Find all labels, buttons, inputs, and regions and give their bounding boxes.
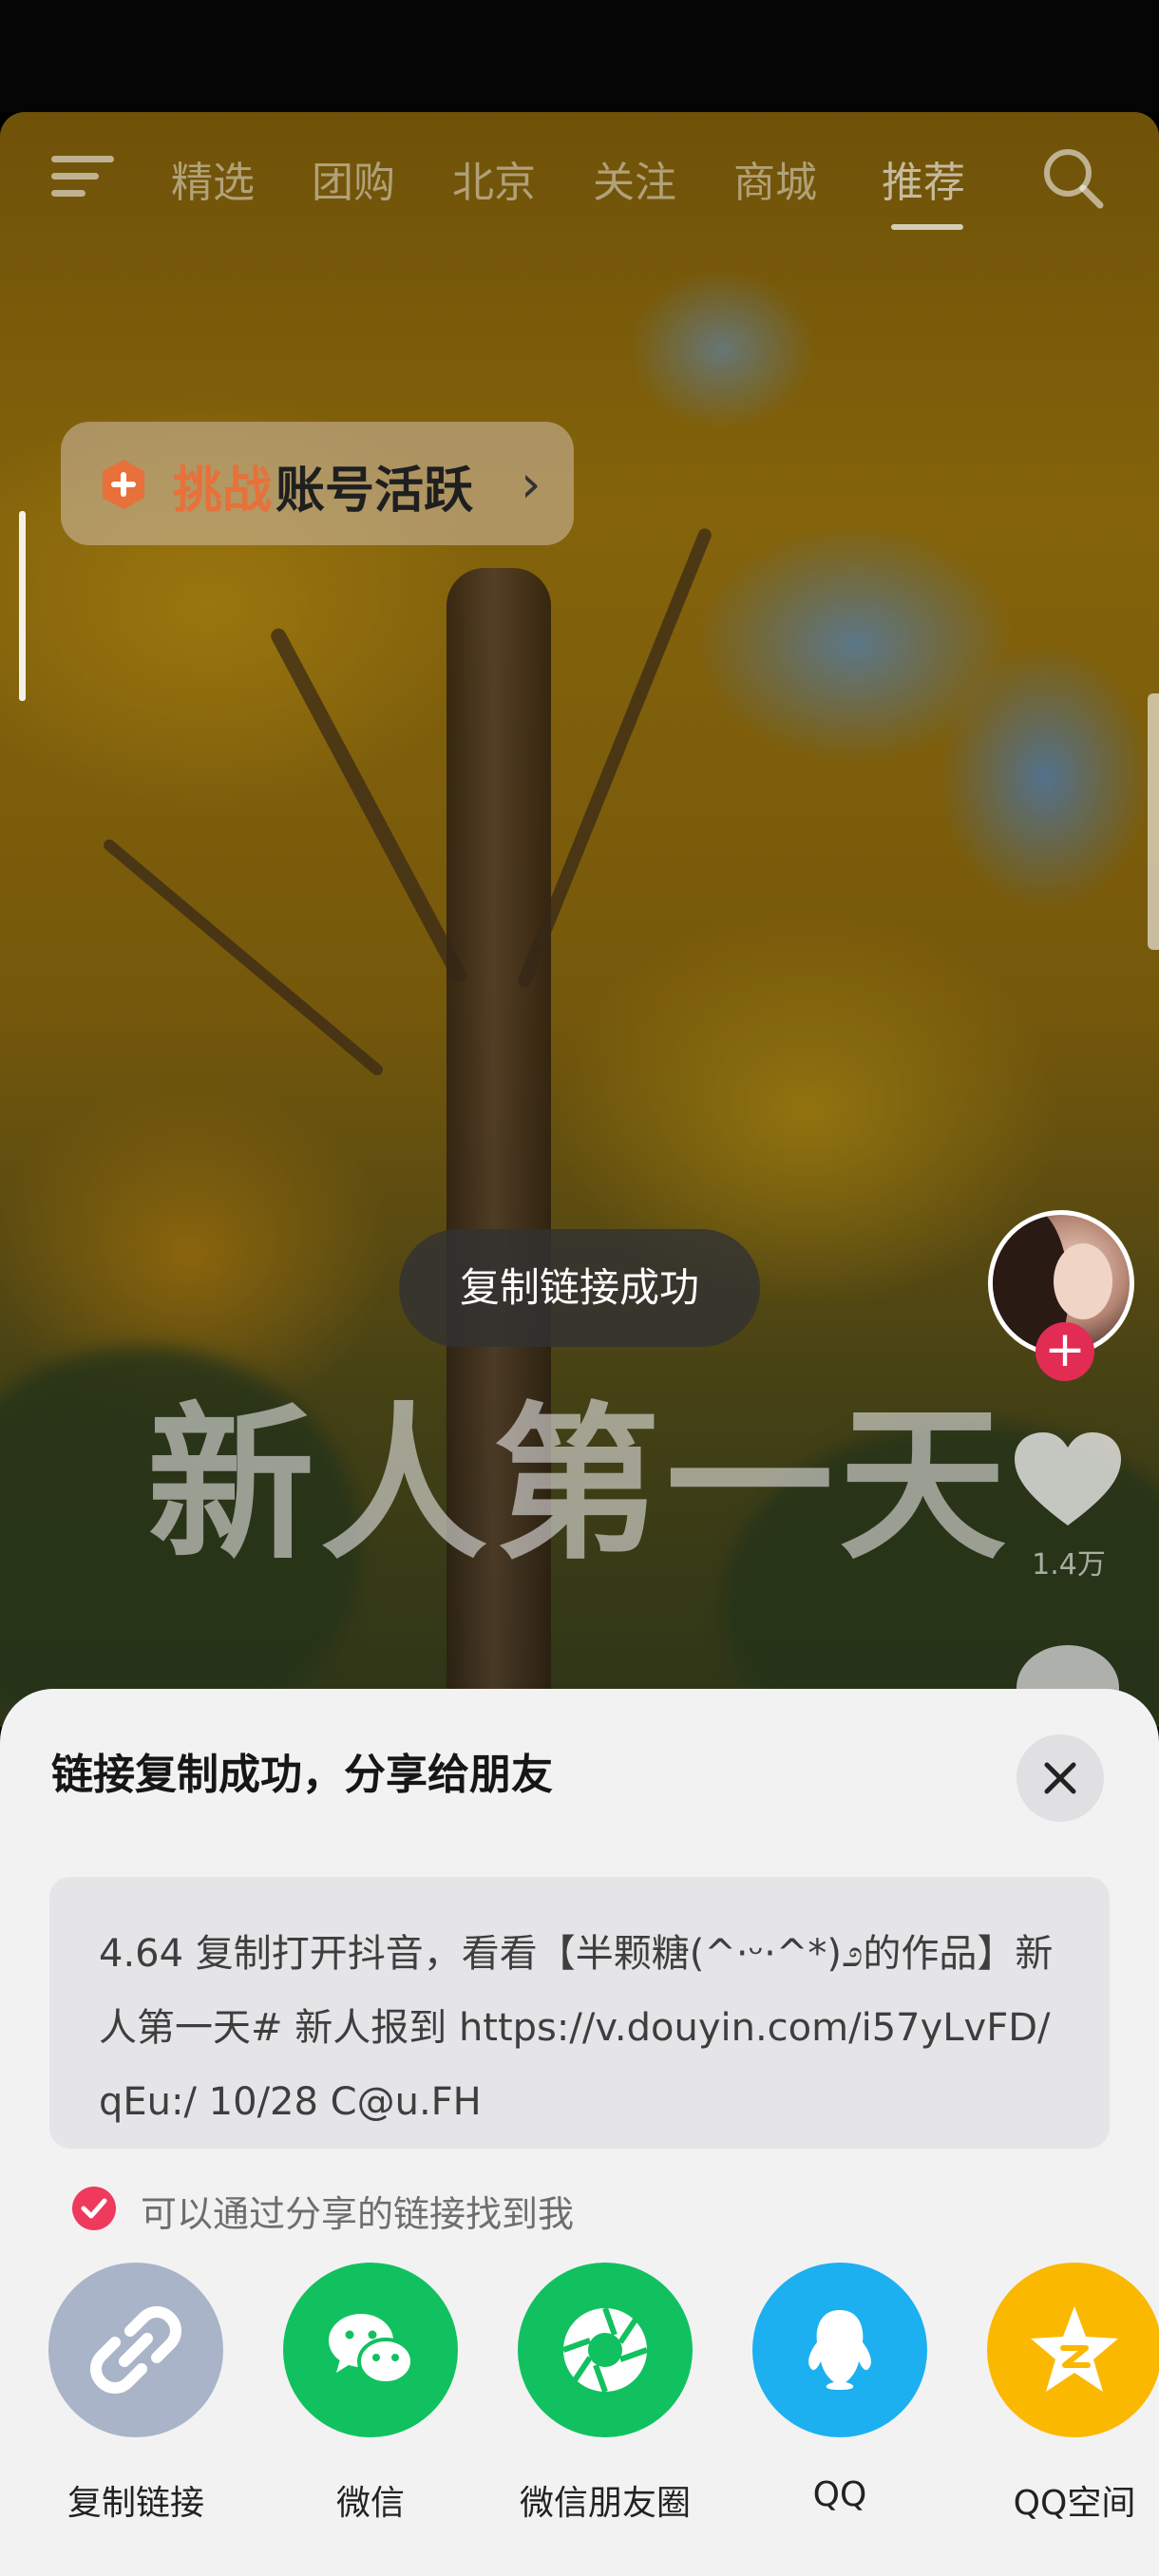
share-link-text: 4.64 复制打开抖音，看看【半颗糖(^·ᵕ·^*)೨的作品】新人第一天# 新人… (99, 1932, 1054, 2124)
copy-success-toast: 复制链接成功 (399, 1229, 760, 1347)
right-edge-indicator (1148, 693, 1159, 950)
tab-group-buy[interactable]: 团购 (312, 148, 395, 209)
search-icon[interactable] (1039, 144, 1106, 211)
share-link-box[interactable]: 4.64 复制打开抖音，看看【半颗糖(^·ᵕ·^*)೨的作品】新人第一天# 新人… (49, 1877, 1110, 2149)
moments-icon (561, 2306, 649, 2394)
video-caption-title: 新人第一天 (146, 1388, 1012, 1582)
top-navigation: 精选 团购 北京 关注 商城 推荐 (0, 112, 1159, 245)
sheet-title: 链接复制成功，分享给朋友 (51, 1751, 553, 1799)
like-count: 1.4万 (1032, 1548, 1106, 1582)
qzone-icon (1031, 2306, 1118, 2392)
share-circle (752, 2263, 927, 2437)
share-circle (283, 2263, 458, 2437)
challenge-banner[interactable]: 挑战 账号活跃 › (61, 422, 574, 545)
share-sheet: 链接复制成功，分享给朋友 4.64 复制打开抖音，看看【半颗糖(^·ᵕ·^*)೨… (0, 1689, 1159, 2576)
tab-featured[interactable]: 精选 (171, 148, 255, 209)
share-label: 微信 (335, 2484, 405, 2523)
share-label: 复制链接 (66, 2484, 204, 2523)
qq-icon (808, 2310, 871, 2390)
tab-recommended[interactable]: 推荐 (882, 148, 965, 209)
share-label: 微信朋友圈 (519, 2484, 691, 2523)
status-bar (0, 0, 1159, 112)
checkmark-icon (81, 2198, 107, 2219)
discoverable-checkbox[interactable] (72, 2187, 116, 2230)
share-circle (987, 2263, 1159, 2437)
share-circle (518, 2263, 693, 2437)
heart-icon[interactable] (1013, 1430, 1123, 1529)
close-button[interactable] (1016, 1734, 1104, 1822)
challenge-badge-icon (103, 460, 144, 509)
share-circle (48, 2263, 223, 2437)
chevron-right-icon: › (521, 454, 542, 514)
close-icon (1044, 1762, 1076, 1794)
tab-local[interactable]: 北京 (452, 148, 536, 209)
follow-button[interactable]: + (1036, 1322, 1094, 1381)
link-icon (90, 2306, 181, 2394)
discoverable-label: 可以通过分享的链接找到我 (141, 2193, 575, 2235)
share-label: QQ (812, 2475, 867, 2514)
challenge-prefix: 挑战 (173, 463, 273, 520)
wechat-icon (329, 2314, 414, 2385)
share-label: QQ空间 (1013, 2484, 1136, 2523)
tab-mall[interactable]: 商城 (733, 148, 817, 209)
challenge-label: 账号活跃 (276, 463, 474, 520)
tab-following[interactable]: 关注 (593, 148, 676, 209)
active-tab-indicator (891, 224, 963, 230)
left-edge-indicator (19, 511, 26, 701)
menu-icon[interactable] (51, 150, 114, 201)
